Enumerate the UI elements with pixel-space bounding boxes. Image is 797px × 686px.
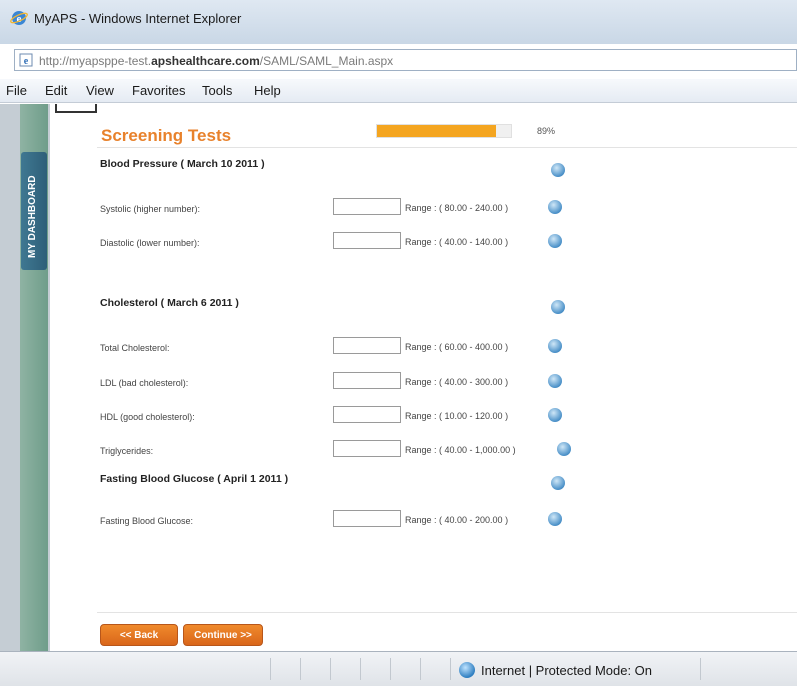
continue-button[interactable]: Continue >> [183,624,263,646]
url-domain: apshealthcare.com [151,54,260,68]
address-url[interactable]: http://myapsppe-test.apshealthcare.com/S… [39,54,393,68]
status-divider [420,658,421,680]
range-triglycerides: Range : ( 40.00 - 1,000.00 ) [405,445,516,455]
help-icon[interactable] [557,442,571,456]
panel-top-tab [55,104,97,113]
help-icon[interactable] [548,512,562,526]
section-title-blood-pressure: Blood Pressure ( March 10 2011 ) [100,158,265,170]
ldl-input[interactable] [333,372,401,389]
range-diastolic: Range : ( 40.00 - 140.00 ) [405,237,509,247]
range-ldl: Range : ( 40.00 - 300.00 ) [405,377,509,387]
field-label-fasting-glucose: Fasting Blood Glucose: [100,516,194,526]
menu-edit[interactable]: Edit [45,83,67,98]
window-title-bar: e MyAPS - Windows Internet Explorer [0,0,797,44]
range-fasting-glucose: Range : ( 40.00 - 200.00 ) [405,515,509,525]
status-bar: Internet | Protected Mode: On [0,651,797,686]
footer-divider [97,612,797,613]
progress-label: 89% [537,126,556,136]
range-hdl: Range : ( 10.00 - 120.00 ) [405,411,509,421]
status-divider [360,658,361,680]
triglycerides-input[interactable] [333,440,401,457]
security-zone-status: Internet | Protected Mode: On [481,663,653,678]
total-cholesterol-input[interactable] [333,337,401,354]
menu-help[interactable]: Help [254,83,281,98]
url-prefix: http://myapsppe-test. [39,54,152,68]
window-title: MyAPS - Windows Internet Explorer [34,11,242,26]
field-label-diastolic: Diastolic (lower number): [100,238,200,248]
status-divider [300,658,301,680]
status-divider [270,658,271,680]
field-label-ldl: LDL (bad cholesterol): [100,378,189,388]
globe-icon [459,662,475,678]
help-icon[interactable] [548,339,562,353]
fasting-glucose-input[interactable] [333,510,401,527]
systolic-input[interactable] [333,198,401,215]
svg-text:e: e [24,56,29,67]
menu-bar: File Edit View Favorites Tools Help [0,79,797,103]
help-icon[interactable] [548,200,562,214]
my-dashboard-label: MY DASHBOARD [27,175,38,258]
section-title-cholesterol: Cholesterol ( March 6 2011 ) [100,297,239,309]
help-icon[interactable] [551,163,565,177]
title-divider [97,147,797,148]
help-icon[interactable] [551,476,565,490]
diastolic-input[interactable] [333,232,401,249]
progress-bar [376,124,512,138]
range-total-cholesterol: Range : ( 60.00 - 400.00 ) [405,342,509,352]
field-label-hdl: HDL (good cholesterol): [100,412,195,422]
menu-view[interactable]: View [86,83,114,98]
status-divider [700,658,701,680]
field-label-total-cholesterol: Total Cholesterol: [100,343,170,353]
help-icon[interactable] [551,300,565,314]
ie-logo-icon: e [10,11,28,25]
address-bar[interactable]: e http://myapsppe-test.apshealthcare.com… [14,49,797,71]
range-systolic: Range : ( 80.00 - 240.00 ) [405,203,509,213]
status-divider [330,658,331,680]
progress-bar-fill [377,125,497,137]
status-divider [390,658,391,680]
help-icon[interactable] [548,374,562,388]
status-divider [450,658,451,680]
hdl-input[interactable] [333,406,401,423]
menu-file[interactable]: File [6,83,27,98]
url-path: /SAML/SAML_Main.aspx [259,54,394,68]
menu-tools[interactable]: Tools [202,83,232,98]
menu-favorites[interactable]: Favorites [132,83,185,98]
help-icon[interactable] [548,234,562,248]
field-label-triglycerides: Triglycerides: [100,446,154,456]
page-icon: e [19,53,33,67]
field-label-systolic: Systolic (higher number): [100,204,201,214]
section-title-fasting-glucose: Fasting Blood Glucose ( April 1 2011 ) [100,473,289,485]
page-title: Screening Tests [101,126,232,145]
back-button[interactable]: << Back [100,624,178,646]
help-icon[interactable] [548,408,562,422]
